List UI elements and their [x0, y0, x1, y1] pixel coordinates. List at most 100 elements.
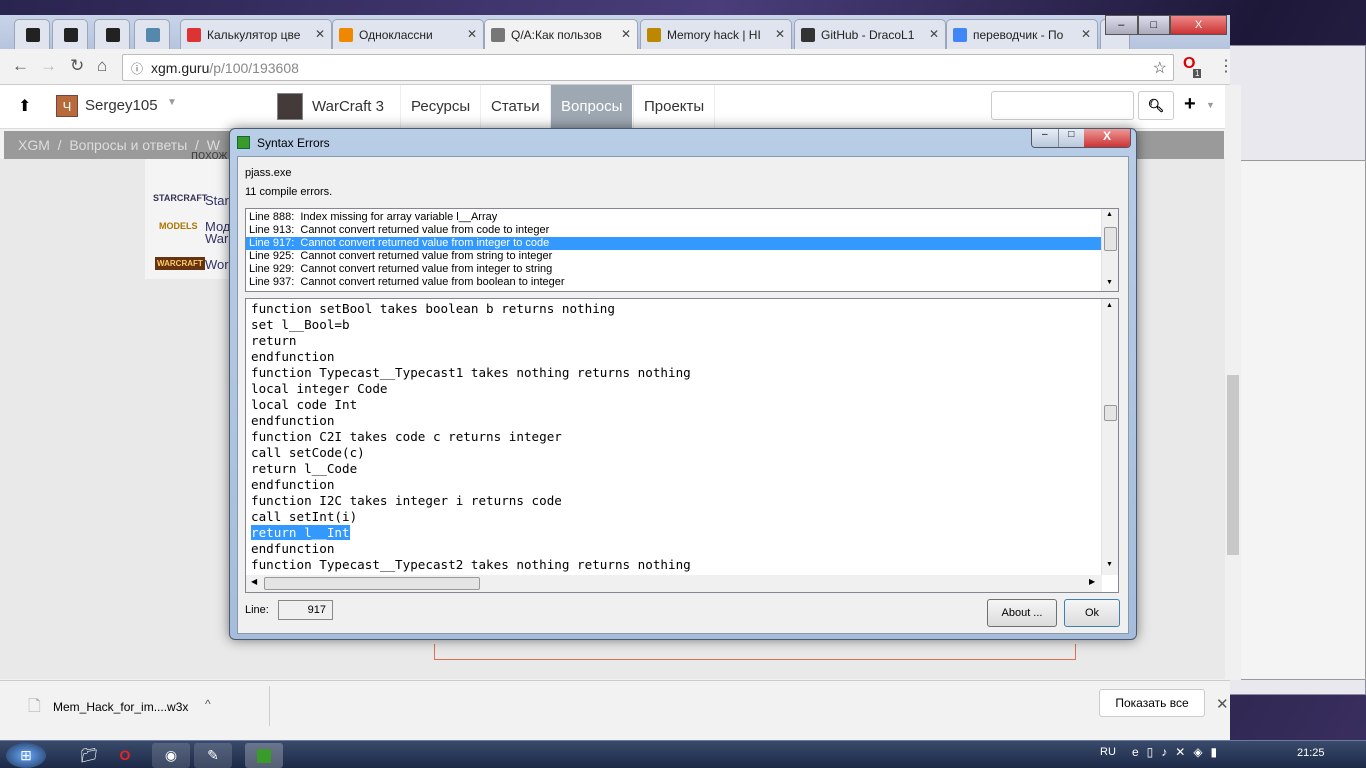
- site-home-icon[interactable]: ⬆: [18, 96, 31, 116]
- scroll-right-icon[interactable]: ▶: [1089, 577, 1095, 586]
- scroll-up-icon[interactable]: ▲: [1106, 302, 1113, 309]
- scroll-left-icon[interactable]: ◀: [251, 577, 257, 586]
- similar-link[interactable]: Star: [205, 193, 229, 208]
- ok-button[interactable]: Ok: [1064, 599, 1120, 627]
- code-view[interactable]: function setBool takes boolean b returns…: [245, 298, 1119, 593]
- chevron-up-icon[interactable]: ^: [205, 697, 211, 711]
- site-search-input[interactable]: [991, 91, 1134, 120]
- link-line: War: [205, 231, 229, 246]
- scroll-up-icon[interactable]: ▲: [1106, 211, 1113, 218]
- tab[interactable]: переводчик - По ✕: [946, 19, 1098, 49]
- close-download-bar-icon[interactable]: ✕: [1216, 695, 1229, 713]
- add-icon[interactable]: +: [1184, 93, 1196, 116]
- film-icon: [106, 28, 120, 42]
- chrome-icon[interactable]: ◉: [152, 743, 190, 768]
- breadcrumb-qa[interactable]: Вопросы и ответы: [69, 137, 187, 153]
- minimize-button[interactable]: –: [1105, 15, 1138, 35]
- info-icon[interactable]: ⓘ: [131, 60, 143, 77]
- explorer-icon[interactable]: 📁︎: [70, 743, 108, 768]
- code-line: function C2I takes code c returns intege…: [246, 429, 1118, 445]
- tray-icons[interactable]: e▯♪✕◈▮: [1132, 745, 1225, 759]
- line-number-field[interactable]: 917: [278, 600, 333, 620]
- error-list[interactable]: Line 888: Index missing for array variab…: [245, 208, 1119, 292]
- opera-icon[interactable]: O: [106, 743, 144, 768]
- tab-close-icon[interactable]: ✕: [775, 27, 785, 41]
- code-line: function I2C takes integer i returns cod…: [246, 493, 1118, 509]
- bookmark-star-icon[interactable]: ☆: [1153, 58, 1167, 78]
- nav-warcraft3[interactable]: WarCraft 3: [302, 85, 394, 129]
- tab[interactable]: Q/A:Как пользов ✕: [484, 19, 638, 49]
- tab-close-icon[interactable]: ✕: [315, 27, 325, 41]
- world-editor-icon[interactable]: ✎: [194, 743, 232, 768]
- similar-link[interactable]: Мод War: [205, 220, 231, 246]
- tab-close-icon[interactable]: ✕: [621, 27, 631, 41]
- maximize-button[interactable]: □: [1137, 15, 1171, 35]
- close-button[interactable]: X: [1170, 15, 1228, 35]
- reload-icon[interactable]: ↻: [70, 56, 84, 76]
- nav-questions[interactable]: Вопросы: [550, 85, 633, 129]
- page-scrollbar[interactable]: [1225, 85, 1241, 680]
- tab[interactable]: Memory hack | HI ✕: [640, 19, 792, 49]
- jass-taskbar-icon[interactable]: [245, 743, 283, 768]
- dialog-close-button[interactable]: X: [1084, 129, 1130, 147]
- nav-projects[interactable]: Проекты: [633, 85, 716, 129]
- code-text: return: [251, 333, 297, 348]
- menu-icon[interactable]: ⋮: [1218, 56, 1234, 76]
- download-filename[interactable]: Mem_Hack_for_im....w3x: [53, 700, 188, 714]
- code-vertical-scrollbar[interactable]: ▲ ▼: [1101, 299, 1118, 575]
- address-bar[interactable]: ⓘ xgm.guru/p/100/193608 ☆: [122, 54, 1174, 81]
- error-list-scrollbar[interactable]: ▲ ▼: [1101, 209, 1118, 291]
- jass-app-icon: [237, 136, 250, 149]
- error-item[interactable]: Line 929: Cannot convert returned value …: [246, 263, 1101, 276]
- toolbar: ← → ↻ ⌂ ⓘ xgm.guru/p/100/193608 ☆ O 1 ⋮: [0, 49, 1234, 85]
- nav-articles[interactable]: Статьи: [480, 85, 550, 129]
- clock[interactable]: 21:25: [1297, 747, 1325, 759]
- tab[interactable]: [134, 19, 170, 49]
- code-text: function I2C takes integer i returns cod…: [251, 493, 562, 508]
- url-path: /p/100/193608: [209, 60, 299, 76]
- error-item[interactable]: Line 888: Index missing for array variab…: [246, 211, 1101, 224]
- code-text: set l__Bool=b: [251, 317, 350, 332]
- scroll-down-icon[interactable]: ▼: [1106, 561, 1113, 568]
- tab[interactable]: Калькулятор цве ✕: [180, 19, 332, 49]
- search-icon[interactable]: 🔍︎: [1138, 91, 1174, 120]
- home-icon: [146, 28, 160, 42]
- home-icon[interactable]: ⌂: [97, 56, 107, 76]
- error-item[interactable]: Line 913: Cannot convert returned value …: [246, 224, 1101, 237]
- code-text: call setInt(i): [251, 509, 358, 524]
- about-button[interactable]: About ...: [987, 599, 1057, 627]
- nav-resources[interactable]: Ресурсы: [400, 85, 480, 129]
- similar-link[interactable]: Wor: [205, 257, 229, 272]
- chevron-down-icon[interactable]: ▼: [167, 97, 177, 108]
- dialog-maximize-button[interactable]: □: [1057, 129, 1085, 147]
- tab[interactable]: [14, 19, 50, 49]
- tab-close-icon[interactable]: ✕: [929, 27, 939, 41]
- scroll-thumb[interactable]: [1104, 227, 1117, 251]
- tab-label: GitHub - DracoL1: [821, 28, 915, 42]
- start-button[interactable]: ⊞: [6, 743, 46, 768]
- tab[interactable]: GitHub - DracoL1 ✕: [794, 19, 946, 49]
- code-line: function Typecast__Typecast1 takes nothi…: [246, 365, 1118, 381]
- error-item[interactable]: Line 925: Cannot convert returned value …: [246, 250, 1101, 263]
- tab[interactable]: Одноклассни ✕: [332, 19, 484, 49]
- tab-close-icon[interactable]: ✕: [467, 27, 477, 41]
- scroll-down-icon[interactable]: ▼: [1106, 279, 1113, 286]
- add-chevron-icon[interactable]: ▼: [1206, 100, 1215, 110]
- show-all-button[interactable]: Показать все: [1099, 689, 1205, 717]
- username[interactable]: Sergey105: [85, 97, 158, 114]
- error-item[interactable]: Line 937: Cannot convert returned value …: [246, 276, 1101, 289]
- tab[interactable]: [52, 19, 88, 49]
- tab-close-icon[interactable]: ✕: [1081, 27, 1091, 41]
- error-item[interactable]: Line 917: Cannot convert returned value …: [246, 237, 1101, 250]
- code-horizontal-scrollbar[interactable]: ◀ ▶: [246, 575, 1102, 592]
- avatar[interactable]: Ч: [56, 95, 78, 117]
- forward-icon[interactable]: →: [40, 56, 57, 76]
- scroll-thumb[interactable]: [1227, 375, 1239, 555]
- dialog-minimize-button[interactable]: –: [1032, 129, 1058, 147]
- scroll-thumb[interactable]: [1104, 405, 1117, 421]
- h-scroll-thumb[interactable]: [264, 577, 480, 590]
- language-indicator[interactable]: RU: [1100, 746, 1116, 758]
- tab[interactable]: [94, 19, 130, 49]
- breadcrumb-xgm[interactable]: XGM: [18, 137, 50, 153]
- back-icon[interactable]: ←: [12, 56, 29, 76]
